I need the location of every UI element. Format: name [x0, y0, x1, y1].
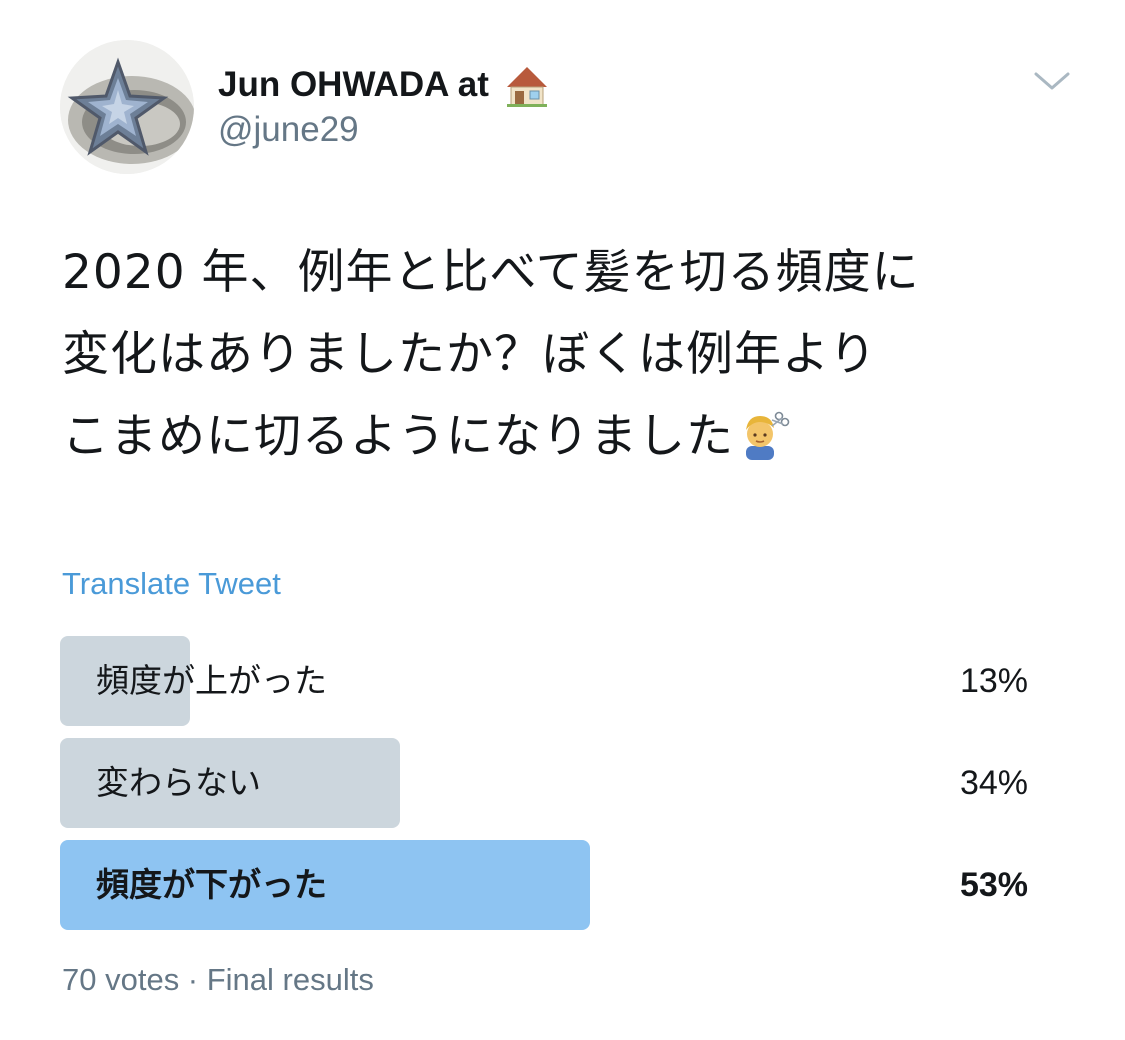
- house-icon: [503, 61, 551, 109]
- author-display-name[interactable]: Jun OHWADA at: [218, 60, 551, 110]
- poll-option: 頻度が上がった 13%: [60, 636, 1040, 726]
- poll-option-label: 頻度が上がった: [96, 661, 327, 700]
- haircut-icon: [734, 406, 790, 462]
- translate-tweet-link[interactable]: Translate Tweet: [62, 566, 281, 602]
- tweet-text-line: 2020 年、例年と比べて髪を切る頻度に: [62, 245, 920, 300]
- poll-footer: 70 votes · Final results: [62, 962, 374, 997]
- poll-option: 変わらない 34%: [60, 738, 1040, 828]
- chevron-down-icon[interactable]: [1030, 66, 1074, 96]
- poll-option-label: 変わらない: [96, 763, 261, 802]
- tweet-text-line: 変化はありましたか？ぼくは例年より: [62, 327, 878, 382]
- star-ring-avatar-icon: [60, 40, 194, 174]
- tweet-text-line-last: こまめに切るようになりました: [62, 396, 1072, 478]
- poll-option-label: 頻度が下がった: [96, 865, 327, 904]
- tweet-text-line: こまめに切るようになりました: [62, 409, 734, 464]
- avatar[interactable]: [60, 40, 194, 174]
- tweet-text: 2020 年、例年と比べて髪を切る頻度に 変化はありましたか？ぼくは例年より こ…: [62, 232, 1072, 478]
- display-name-text: Jun OHWADA at: [218, 65, 489, 104]
- poll: 頻度が上がった 13% 変わらない 34% 頻度が下がった 53%: [60, 636, 1040, 942]
- author-handle[interactable]: @june29: [218, 110, 359, 150]
- tweet-card: Jun OHWADA at @june29 2020 年、例年と比べて髪を切る頻…: [0, 0, 1125, 1040]
- poll-option: 頻度が下がった 53%: [60, 840, 1040, 930]
- poll-option-percent: 53%: [959, 866, 1028, 904]
- poll-option-percent: 13%: [959, 662, 1028, 700]
- poll-option-percent: 34%: [959, 764, 1028, 802]
